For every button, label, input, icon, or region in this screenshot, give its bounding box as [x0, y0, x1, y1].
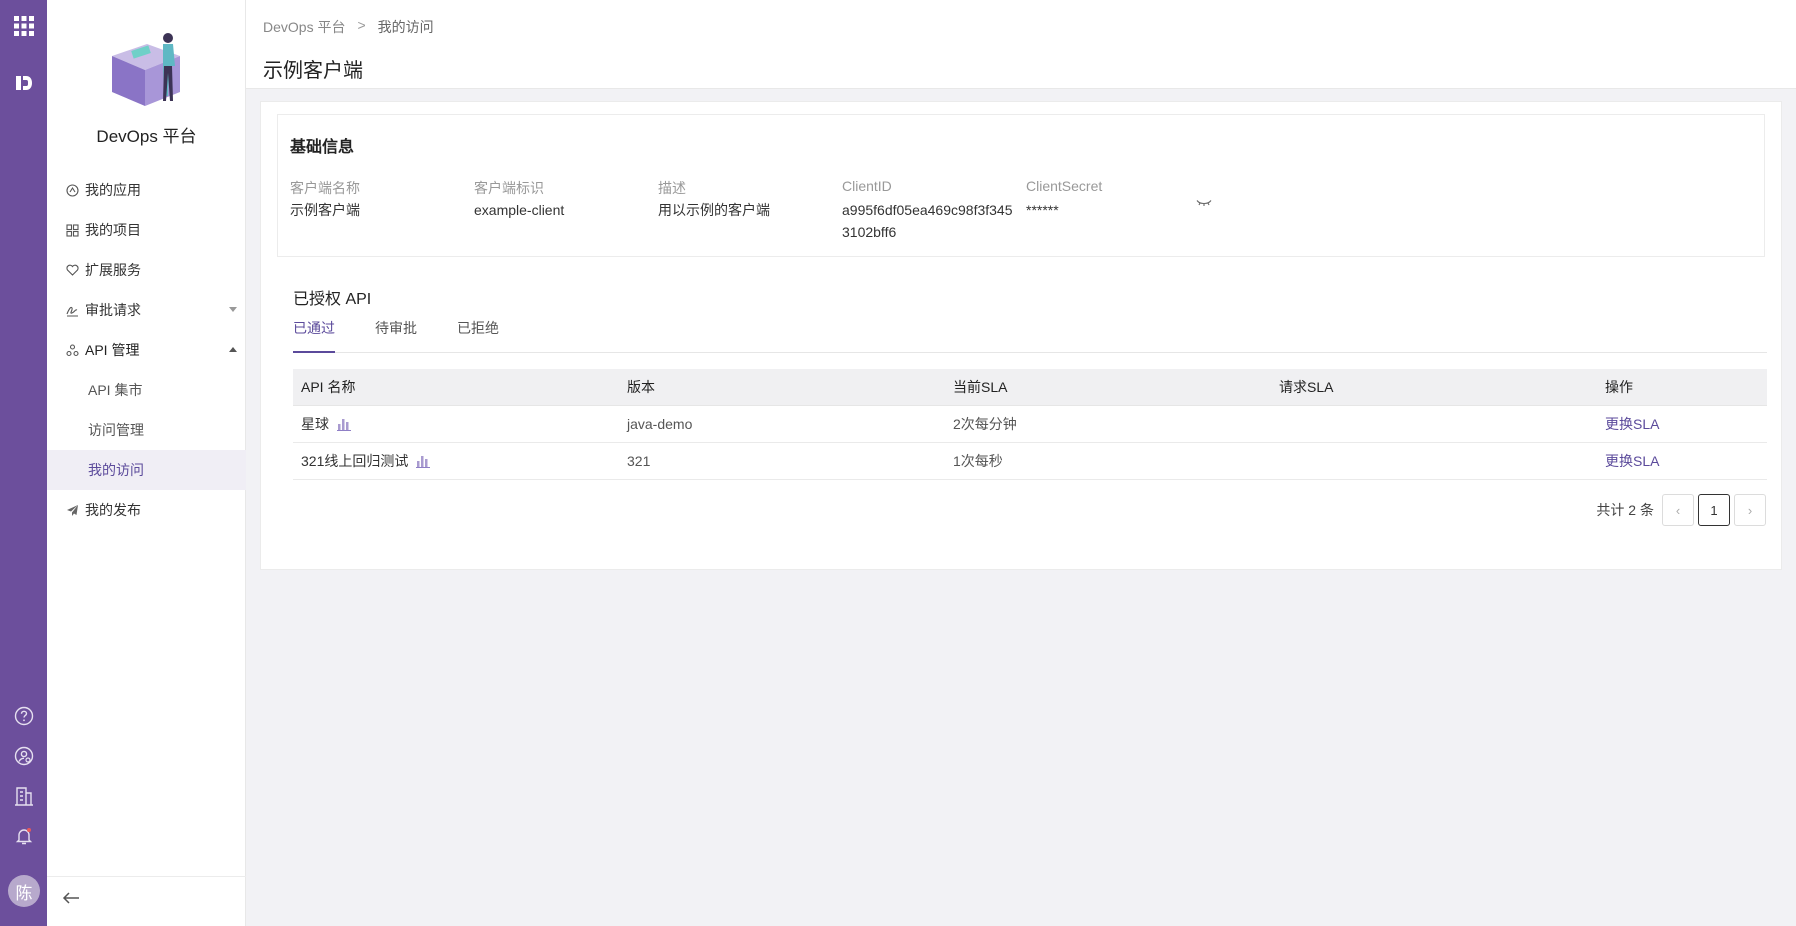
- field-value: a995f6df05ea469c98f3f3453102bff6: [842, 202, 1013, 240]
- field-client-id: ClientID a995f6df05ea469c98f3f3453102bff…: [842, 178, 1020, 243]
- column-header: 操作: [1605, 379, 1633, 395]
- field-value: 用以示例的客户端: [658, 202, 770, 218]
- field-value: 示例客户端: [290, 202, 360, 218]
- field-client-secret: ClientSecret ******: [1026, 178, 1206, 221]
- tab-rejected[interactable]: 已拒绝: [457, 317, 499, 353]
- sidebar-item-label: 审批请求: [85, 302, 141, 318]
- tab-pending[interactable]: 待审批: [375, 317, 417, 353]
- basic-info-card: 基础信息 客户端名称 示例客户端 客户端标识 example-client 描述…: [277, 114, 1765, 257]
- signature-icon: [65, 303, 79, 317]
- column-header: 当前SLA: [953, 379, 1008, 395]
- page-title: 示例客户端: [263, 60, 363, 82]
- column-header: 请求SLA: [1279, 379, 1334, 395]
- collapse-arrow-icon[interactable]: [62, 891, 80, 910]
- card-title: 基础信息: [290, 139, 355, 156]
- column-header: 版本: [627, 379, 655, 395]
- avatar[interactable]: 陈: [8, 875, 40, 907]
- breadcrumb: DevOps 平台 > 我的访问: [263, 17, 434, 37]
- total-count: 共计 2 条: [1596, 502, 1654, 518]
- help-icon[interactable]: [11, 703, 36, 728]
- grid-icon: [65, 223, 79, 237]
- nodes-icon: [65, 343, 79, 357]
- table-row: 321线上回归测试 321 1次每秒 更换SLA: [293, 443, 1767, 480]
- user-settings-icon[interactable]: [11, 743, 36, 768]
- app-icon: [65, 183, 79, 197]
- current-sla-cell: 2次每分钟: [953, 416, 1017, 432]
- sidebar-item-label: 我的项目: [85, 222, 141, 238]
- bar-chart-icon[interactable]: [416, 455, 431, 468]
- current-sla-cell: 1次每秒: [953, 453, 1003, 469]
- api-name-cell: 星球: [293, 414, 619, 434]
- sidebar-subitem-my-access[interactable]: 我的访问: [47, 450, 246, 490]
- prev-page-button[interactable]: ‹: [1662, 494, 1694, 526]
- sidebar-item-my-apps[interactable]: 我的应用: [47, 170, 246, 210]
- sidebar-subitem-access-management[interactable]: 访问管理: [47, 410, 246, 450]
- icon-rail: 陈: [0, 0, 47, 926]
- chevron-up-icon: [229, 347, 237, 352]
- field-label: 客户端标识: [474, 180, 544, 196]
- field-label: 客户端名称: [290, 180, 360, 196]
- field-description: 描述 用以示例的客户端: [658, 178, 838, 221]
- table-row: 星球 java-demo 2次每分钟 更换SLA: [293, 406, 1767, 443]
- sidebar-item-label: 扩展服务: [85, 262, 141, 278]
- content-panel: 基础信息 客户端名称 示例客户端 客户端标识 example-client 描述…: [260, 101, 1782, 570]
- tab-approved[interactable]: 已通过: [293, 317, 335, 353]
- page-button-current[interactable]: 1: [1698, 494, 1730, 526]
- sidebar-item-my-publish[interactable]: 我的发布: [47, 490, 246, 530]
- breadcrumb-item-current: 我的访问: [377, 19, 434, 35]
- bell-icon[interactable]: [11, 823, 36, 848]
- heart-icon: [65, 263, 79, 277]
- field-value: example-client: [474, 202, 565, 218]
- version-cell: java-demo: [627, 416, 693, 432]
- change-sla-link[interactable]: 更换SLA: [1597, 414, 1767, 434]
- sidebar-footer: [47, 876, 246, 926]
- field-label: ClientSecret: [1026, 178, 1103, 194]
- sidebar: DevOps 平台 我的应用 我的项目 扩展服务 审批请求 API 管理 API…: [47, 0, 246, 926]
- sidebar-item-label: 我的应用: [85, 182, 141, 198]
- field-label: 描述: [658, 180, 686, 196]
- field-client-key: 客户端标识 example-client: [474, 178, 654, 221]
- sidebar-item-api-management[interactable]: API 管理: [47, 330, 246, 370]
- page-header: DevOps 平台 > 我的访问 示例客户端: [246, 0, 1796, 89]
- eye-closed-icon[interactable]: [1196, 194, 1212, 212]
- brand-illustration: [102, 26, 187, 111]
- field-label: ClientID: [842, 178, 892, 194]
- section-title: 已授权 API: [293, 291, 372, 308]
- paper-plane-icon: [65, 503, 79, 517]
- apps-grid-icon[interactable]: [11, 13, 36, 38]
- breadcrumb-separator: >: [357, 17, 366, 33]
- building-icon[interactable]: [11, 783, 36, 808]
- status-tabs: 已通过 待审批 已拒绝: [293, 317, 1767, 353]
- pagination: 共计 2 条 ‹ 1 ›: [1596, 494, 1766, 526]
- next-page-button[interactable]: ›: [1734, 494, 1766, 526]
- brand-logo-icon[interactable]: [11, 70, 36, 95]
- api-name-cell: 321线上回归测试: [293, 451, 619, 471]
- bar-chart-icon[interactable]: [337, 418, 351, 431]
- sidebar-item-extensions[interactable]: 扩展服务: [47, 250, 246, 290]
- sidebar-item-my-projects[interactable]: 我的项目: [47, 210, 246, 250]
- sidebar-item-label: 我的发布: [85, 502, 141, 518]
- chevron-down-icon: [229, 307, 237, 312]
- sidebar-item-approvals[interactable]: 审批请求: [47, 290, 246, 330]
- version-cell: 321: [627, 453, 651, 469]
- column-header: API 名称: [301, 379, 356, 395]
- breadcrumb-item-home[interactable]: DevOps 平台: [263, 17, 345, 37]
- sidebar-subitem-api-market[interactable]: API 集市: [47, 370, 246, 410]
- field-client-name: 客户端名称 示例客户端: [290, 178, 470, 221]
- field-value: ******: [1026, 202, 1059, 218]
- main-content: DevOps 平台 > 我的访问 示例客户端 基础信息 客户端名称 示例客户端 …: [246, 0, 1796, 926]
- api-name: 321线上回归测试: [301, 453, 409, 469]
- sidebar-item-label: API 管理: [85, 342, 140, 358]
- table-header: API 名称 版本 当前SLA 请求SLA 操作: [293, 369, 1767, 406]
- change-sla-link[interactable]: 更换SLA: [1597, 451, 1767, 471]
- api-name: 星球: [301, 416, 329, 432]
- api-table: API 名称 版本 当前SLA 请求SLA 操作 星球 java-demo 2次…: [293, 369, 1767, 480]
- brand-name: DevOps 平台: [96, 127, 197, 146]
